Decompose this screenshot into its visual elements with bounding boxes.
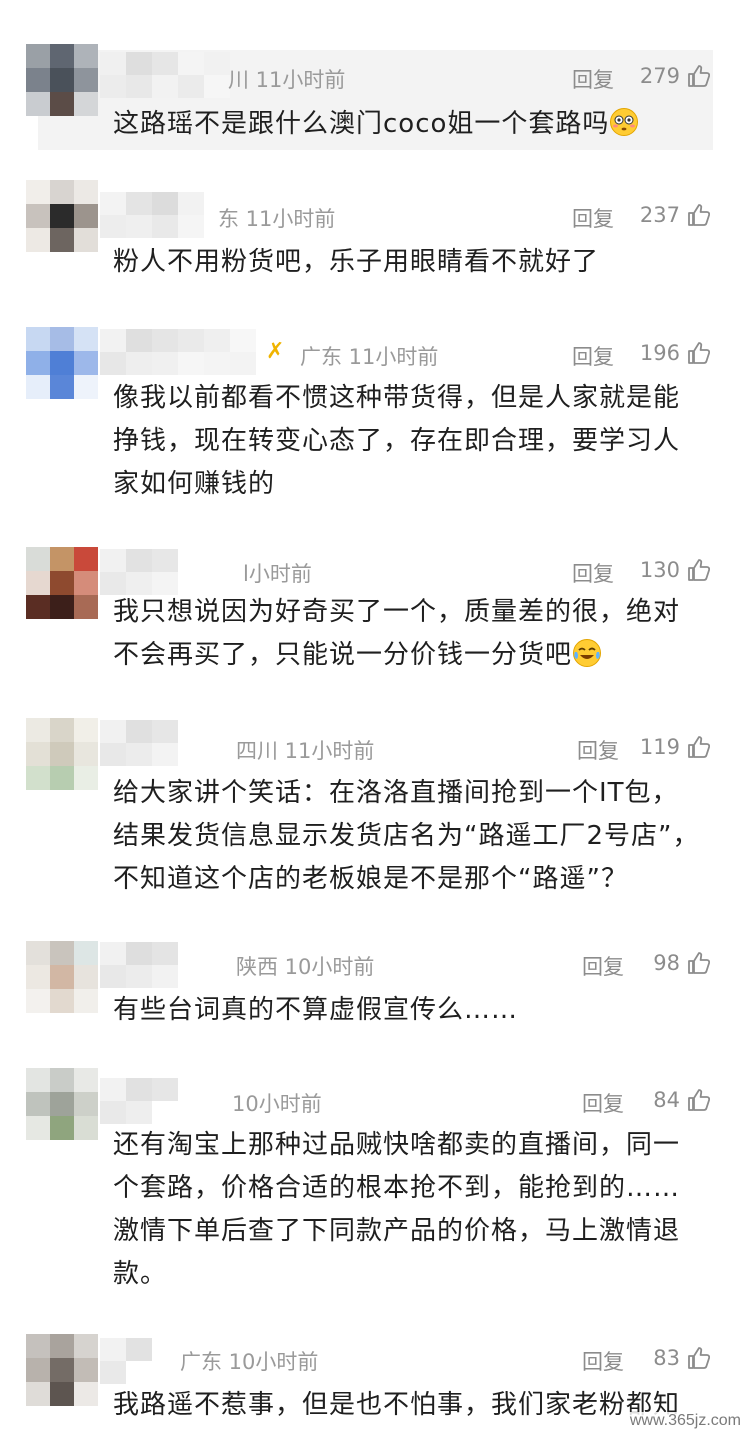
comment-meta: 东 11小时前	[218, 207, 336, 231]
thumbs-up-icon[interactable]	[686, 1087, 712, 1113]
comment-meta: 广东 10小时前	[180, 1350, 319, 1374]
comment-item[interactable]: ✗ 广东 11小时前 回复 196 像我以前都看不惯这种带货得，但是人家就是能 …	[0, 315, 750, 527]
username-blurred[interactable]	[100, 720, 178, 766]
comment-line: 家如何赚钱的	[113, 469, 276, 499]
comment-line: 挣钱，现在转变心态了，存在即合理，要学习人	[113, 426, 681, 456]
comment-text: 我只想说因为好奇买了一个，质量差的很，绝对 不会再买了，只能说一分价钱一分货吧	[113, 591, 713, 677]
reply-button[interactable]: 回复	[582, 951, 624, 981]
comment-meta: 10小时前	[232, 1092, 322, 1116]
comment-item[interactable]: 东 11小时前 回复 237 粉人不用粉货吧，乐子用眼睛看不就好了	[0, 165, 750, 315]
comment-meta: 陕西 10小时前	[236, 955, 375, 979]
watermark: www.365jz.com	[626, 1412, 744, 1430]
username-blurred[interactable]	[100, 329, 256, 375]
comment-text: 像我以前都看不惯这种带货得，但是人家就是能 挣钱，现在转变心态了，存在即合理，要…	[113, 377, 713, 506]
comment-item[interactable]: 四川 11小时前 回复 119 给大家讲个笑话：在洛洛直播间抢到一个IT包， 结…	[0, 702, 750, 917]
comment-meta: 川 11小时前	[228, 68, 346, 92]
thumbs-up-icon[interactable]	[686, 950, 712, 976]
reply-button[interactable]: 回复	[582, 1088, 624, 1118]
comment-line: 个套路，价格合适的根本抢不到，能抢到的……	[113, 1173, 681, 1203]
like-count: 83	[653, 1346, 680, 1370]
comment-line: 给大家讲个笑话：在洛洛直播间抢到一个IT包，	[113, 778, 679, 808]
comment-item[interactable]: l小时前 回复 130 我只想说因为好奇买了一个，质量差的很，绝对 不会再买了，…	[0, 527, 750, 702]
avatar[interactable]	[26, 547, 98, 619]
reply-button[interactable]: 回复	[572, 558, 614, 588]
username-blurred[interactable]	[100, 192, 204, 238]
reply-button[interactable]: 回复	[577, 735, 619, 765]
thumbs-up-icon[interactable]	[686, 63, 712, 89]
thumbs-up-icon[interactable]	[686, 340, 712, 366]
comment-line: 还有淘宝上那种过品贼快啥都卖的直播间，同一	[113, 1130, 681, 1160]
username-blurred[interactable]	[100, 1338, 152, 1384]
comment-item[interactable]: 川 11小时前 回复 279 这路瑶不是跟什么澳门coco姐一个套路吗	[0, 0, 750, 165]
comment-feed: 川 11小时前 回复 279 这路瑶不是跟什么澳门coco姐一个套路吗 东 11…	[0, 0, 750, 1438]
username-blurred[interactable]	[100, 52, 230, 98]
username-blurred[interactable]	[100, 549, 178, 595]
username-blurred[interactable]	[100, 942, 178, 988]
avatar[interactable]	[26, 718, 98, 790]
comment-meta: 广东 11小时前	[300, 345, 439, 369]
like-count: 237	[639, 203, 680, 227]
thumbs-up-icon[interactable]	[686, 202, 712, 228]
reply-button[interactable]: 回复	[572, 341, 614, 371]
avatar[interactable]	[26, 1068, 98, 1140]
like-count: 130	[639, 558, 680, 582]
comment-line: 像我以前都看不惯这种带货得，但是人家就是能	[113, 383, 681, 413]
thumbs-up-icon[interactable]	[686, 1345, 712, 1371]
like-count: 84	[653, 1088, 680, 1112]
flushed-emoji-icon	[610, 108, 639, 136]
avatar[interactable]	[26, 180, 98, 252]
comment-line: 不会再买了，只能说一分价钱一分货吧	[113, 640, 573, 670]
reply-button[interactable]: 回复	[582, 1346, 624, 1376]
like-count: 279	[639, 64, 680, 88]
thumbs-up-icon[interactable]	[686, 557, 712, 583]
comment-text: 粉人不用粉货吧，乐子用眼睛看不就好了	[113, 247, 600, 277]
thumbs-up-icon[interactable]	[686, 734, 712, 760]
comment-line: 我只想说因为好奇买了一个，质量差的很，绝对	[113, 597, 681, 627]
comment-text: 有些台词真的不算虚假宣传么……	[113, 995, 519, 1025]
comment-line: 激情下单后查了下同款产品的价格，马上激情退	[113, 1216, 681, 1246]
like-count: 196	[639, 341, 680, 365]
comment-item[interactable]: 陕西 10小时前 回复 98 有些台词真的不算虚假宣传么……	[0, 917, 750, 1052]
comment-line: 不知道这个店的老板娘是不是那个“路遥”？	[113, 864, 628, 894]
comment-text: 还有淘宝上那种过品贼快啥都卖的直播间，同一 个套路，价格合适的根本抢不到，能抢到…	[113, 1124, 713, 1296]
comment-text: 这路瑶不是跟什么澳门coco姐一个套路吗	[113, 103, 713, 146]
reply-button[interactable]: 回复	[572, 64, 614, 94]
comment-meta: 四川 11小时前	[236, 739, 375, 763]
verified-badge-icon: ✗	[266, 339, 285, 364]
comment-meta: l小时前	[243, 562, 312, 586]
avatar[interactable]	[26, 1334, 98, 1406]
tears-of-joy-emoji-icon	[573, 639, 602, 667]
comment-line: 结果发货信息显示发货店名为“路遥工厂2号店”，	[113, 821, 700, 851]
comment-text: 给大家讲个笑话：在洛洛直播间抢到一个IT包， 结果发货信息显示发货店名为“路遥工…	[113, 772, 713, 901]
avatar[interactable]	[26, 327, 98, 399]
comment-line: 款。	[113, 1259, 168, 1289]
avatar[interactable]	[26, 941, 98, 1013]
like-count: 98	[653, 951, 680, 975]
comment-text-content: 这路瑶不是跟什么澳门coco姐一个套路吗	[113, 109, 610, 139]
username-blurred[interactable]	[100, 1078, 178, 1124]
avatar[interactable]	[26, 44, 98, 116]
comment-item[interactable]: 10小时前 回复 84 还有淘宝上那种过品贼快啥都卖的直播间，同一 个套路，价格…	[0, 1052, 750, 1324]
like-count: 119	[639, 735, 680, 759]
reply-button[interactable]: 回复	[572, 203, 614, 233]
comment-text: 我路遥不惹事，但是也不怕事，我们家老粉都知	[113, 1390, 681, 1420]
